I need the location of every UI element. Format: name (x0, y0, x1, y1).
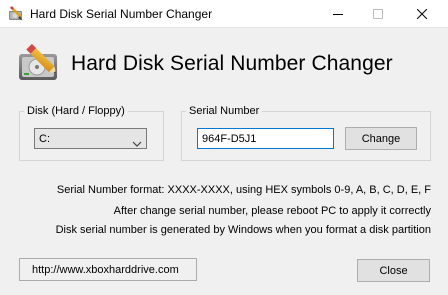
app-title: Hard Disk Serial Number Changer (71, 52, 393, 75)
minimize-icon (333, 9, 343, 19)
close-window-button[interactable] (400, 0, 444, 28)
info-format-text: Serial Number format: XXXX-XXXX, using H… (56, 184, 431, 196)
serial-group-label: Serial Number (186, 104, 263, 118)
serial-number-input[interactable] (197, 128, 334, 149)
minimize-button[interactable] (316, 0, 360, 28)
info-windows-text: Disk serial number is generated by Windo… (55, 224, 431, 236)
disk-groupbox: Disk (Hard / Floppy) C: (19, 104, 164, 161)
serial-groupbox: Serial Number Change (181, 104, 431, 161)
pencil-disk-icon (16, 38, 62, 84)
disk-select[interactable]: C: (34, 128, 147, 149)
close-icon (417, 9, 427, 19)
maximize-button[interactable] (356, 0, 400, 28)
disk-select-value: C: (39, 133, 50, 145)
chevron-down-icon (132, 135, 142, 147)
pencil-disk-icon (8, 6, 24, 22)
maximize-icon (373, 9, 383, 19)
disk-group-label: Disk (Hard / Floppy) (24, 104, 128, 118)
window-title: Hard Disk Serial Number Changer (30, 7, 213, 21)
change-button[interactable]: Change (345, 127, 417, 150)
info-reboot-text: After change serial number, please reboo… (113, 205, 431, 217)
app-window: Hard Disk Serial Number Changer Hard Dis… (0, 0, 448, 295)
website-link-button[interactable]: http://www.xboxharddrive.com (19, 258, 197, 281)
close-button[interactable]: Close (357, 259, 430, 282)
title-bar[interactable]: Hard Disk Serial Number Changer (0, 0, 448, 28)
